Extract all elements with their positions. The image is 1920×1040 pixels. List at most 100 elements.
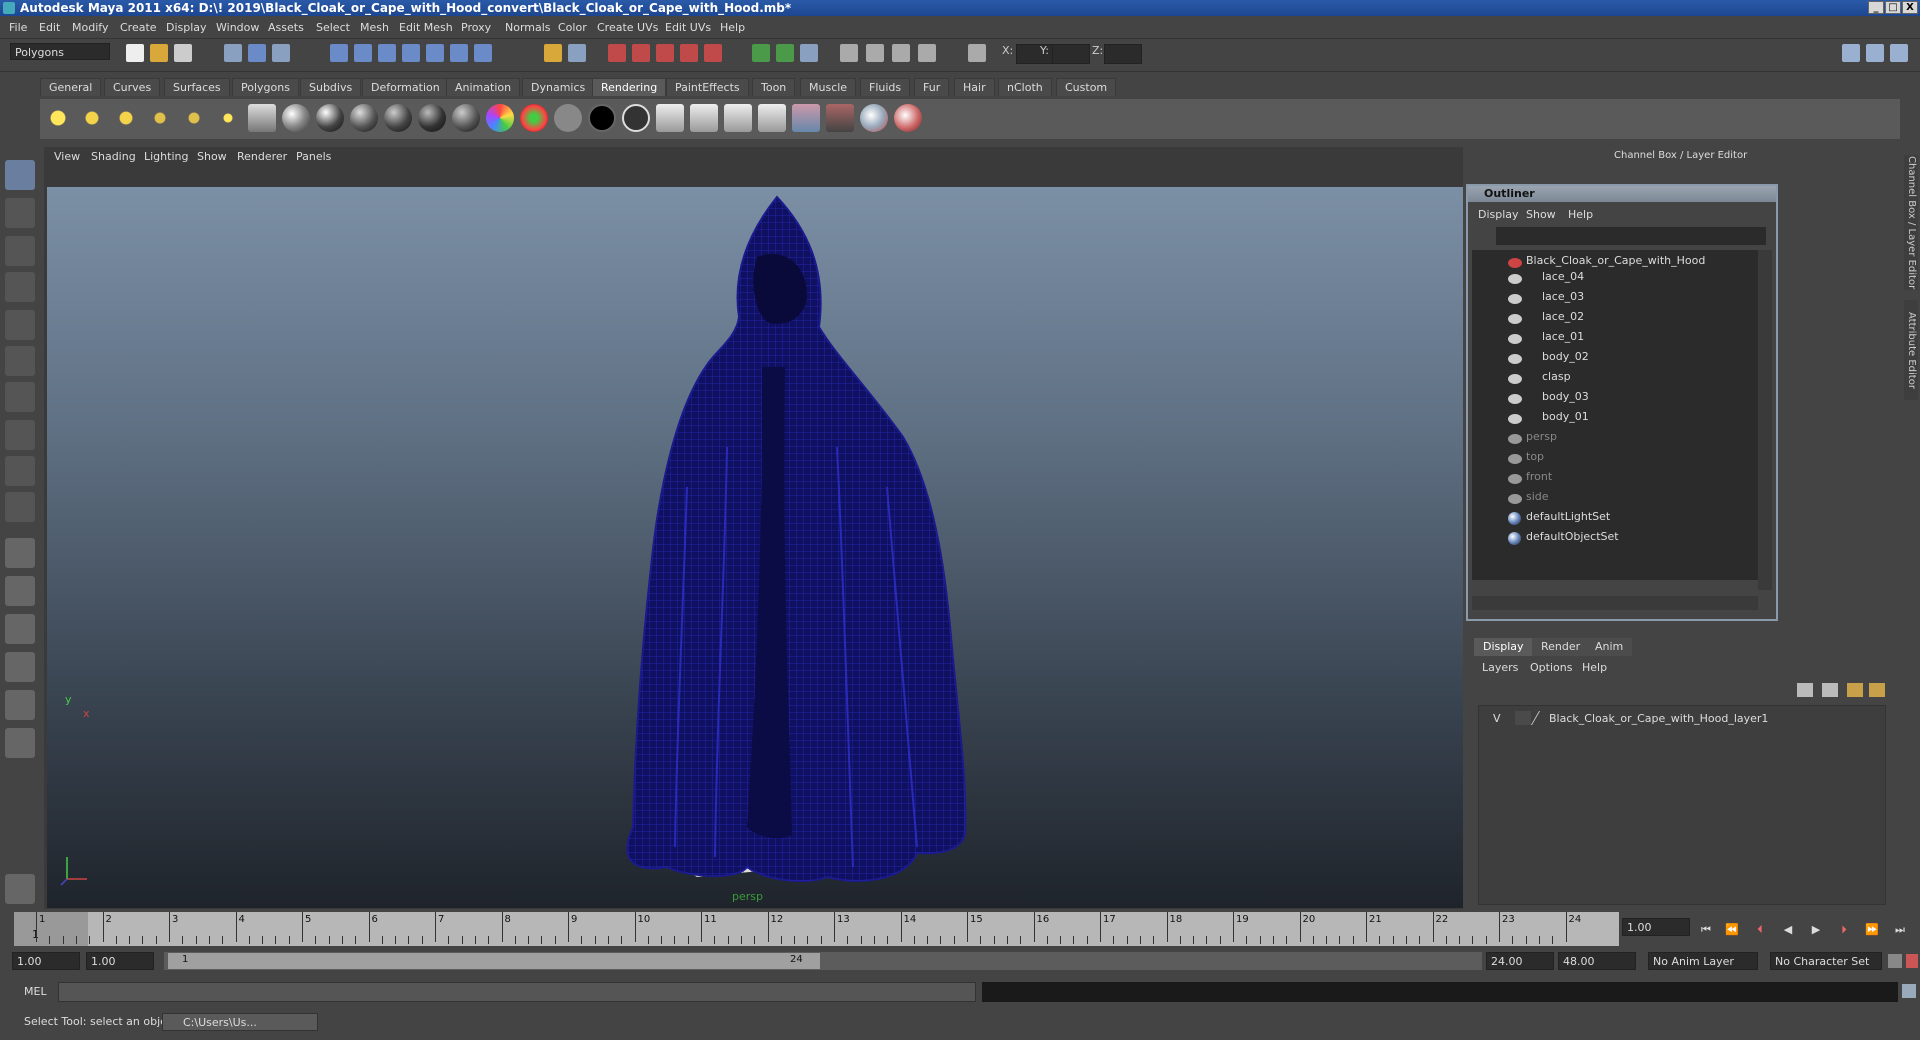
- new-layer-icon[interactable]: [1797, 683, 1813, 697]
- move-layer-down-icon[interactable]: [1869, 683, 1885, 697]
- new-layer-selected-icon[interactable]: [1822, 683, 1838, 697]
- snap-grid-icon[interactable]: [330, 44, 348, 62]
- layer-tab-render[interactable]: Render: [1532, 638, 1590, 656]
- outliner-item[interactable]: clasp: [1542, 370, 1571, 383]
- transform-input-icon[interactable]: [968, 44, 986, 62]
- playback-end-field[interactable]: 24.00: [1486, 952, 1554, 970]
- outliner-item[interactable]: lace_02: [1542, 310, 1584, 323]
- menu-color[interactable]: Color: [558, 21, 587, 34]
- show-hide-channel-box-icon[interactable]: [1890, 44, 1908, 62]
- outliner-item[interactable]: lace_04: [1542, 270, 1584, 283]
- end-time-field[interactable]: 48.00: [1558, 952, 1636, 970]
- render-settings-icon[interactable]: [656, 44, 674, 62]
- side-tab-attribute-editor[interactable]: Attribute Editor: [1904, 300, 1918, 400]
- shelf-tab-subdivs[interactable]: Subdivs: [300, 78, 362, 96]
- shelf-tab-animation[interactable]: Animation: [446, 78, 521, 96]
- outliner-menu-display[interactable]: Display: [1478, 208, 1519, 221]
- shelf-tab-dynamics[interactable]: Dynamics: [522, 78, 595, 96]
- vp-menu-view[interactable]: View: [54, 150, 80, 163]
- hypershade-shelf-icon[interactable]: [792, 104, 820, 132]
- play-backwards-icon[interactable]: ◀: [1778, 922, 1798, 938]
- command-language-label[interactable]: MEL: [24, 985, 47, 998]
- volume-light-icon[interactable]: [214, 104, 242, 132]
- blinn-material-icon[interactable]: [316, 104, 344, 132]
- layer-row[interactable]: V Black_Cloak_or_Cape_with_Hood_layer1: [1483, 710, 1879, 728]
- shelf-tab-ncloth[interactable]: nCloth: [998, 78, 1052, 96]
- go-to-start-icon[interactable]: ⏮: [1696, 922, 1716, 938]
- shelf-tab-muscle[interactable]: Muscle: [800, 78, 857, 96]
- camera-icon[interactable]: [866, 44, 884, 62]
- select-object-icon[interactable]: [248, 44, 266, 62]
- help-question-icon[interactable]: [474, 44, 492, 62]
- outliner-item[interactable]: body_03: [1542, 390, 1589, 403]
- side-tab-channel-box[interactable]: Channel Box / Layer Editor: [1904, 155, 1918, 290]
- outliner-search-field[interactable]: [1496, 227, 1766, 245]
- current-time-field[interactable]: 1.00: [1622, 918, 1690, 936]
- menu-proxy[interactable]: Proxy: [461, 21, 491, 34]
- paint-select-tool-icon[interactable]: [5, 236, 35, 266]
- anim-layer-dropdown[interactable]: No Anim Layer: [1648, 952, 1758, 970]
- outliner-item[interactable]: body_01: [1542, 410, 1589, 423]
- show-manip-icon[interactable]: [5, 456, 35, 486]
- point-light-icon[interactable]: [112, 104, 140, 132]
- save-scene-icon[interactable]: [174, 44, 192, 62]
- four-view-layout-icon[interactable]: [5, 576, 35, 606]
- step-forward-key-icon[interactable]: ⏵: [1834, 922, 1854, 938]
- shelf-tab-fluids[interactable]: Fluids: [860, 78, 911, 96]
- step-back-key-icon[interactable]: ⏴: [1750, 922, 1770, 938]
- y-field[interactable]: [1052, 44, 1090, 64]
- ipr-icon[interactable]: [690, 104, 718, 132]
- go-to-end-icon[interactable]: ⏭: [1890, 922, 1910, 938]
- snap-view-plane-icon[interactable]: [402, 44, 420, 62]
- outliner-set-item[interactable]: defaultObjectSet: [1526, 530, 1619, 543]
- custom-layout-icon[interactable]: [5, 728, 35, 758]
- toggle-channel-icon[interactable]: [776, 44, 794, 62]
- menu-create[interactable]: Create: [120, 21, 157, 34]
- layer-menu-options[interactable]: Options: [1530, 661, 1572, 674]
- layer-menu-layers[interactable]: Layers: [1482, 661, 1518, 674]
- open-scene-icon[interactable]: [150, 44, 168, 62]
- minimize-button[interactable]: _: [1868, 1, 1884, 14]
- soft-mod-tool-icon[interactable]: [5, 420, 35, 450]
- outliner-menu-show[interactable]: Show: [1526, 208, 1556, 221]
- phong-material-icon[interactable]: [350, 104, 378, 132]
- move-tool-icon[interactable]: [5, 272, 35, 302]
- outliner-root-item[interactable]: Black_Cloak_or_Cape_with_Hood: [1526, 254, 1705, 267]
- anisotropic-material-icon[interactable]: [418, 104, 446, 132]
- outliner-menu-help[interactable]: Help: [1568, 208, 1593, 221]
- single-perspective-layout-icon[interactable]: [5, 538, 35, 568]
- shelf-tab-general[interactable]: General: [40, 78, 102, 96]
- output-ops-icon[interactable]: [568, 44, 586, 62]
- playback-start-field[interactable]: 1.00: [86, 952, 154, 970]
- layer-type-toggle[interactable]: [1515, 711, 1531, 725]
- outliner-horizontal-scrollbar[interactable]: [1472, 596, 1758, 610]
- paint-canvas-icon[interactable]: [894, 104, 922, 132]
- light-linking-icon[interactable]: [860, 104, 888, 132]
- snap-point-icon[interactable]: [378, 44, 396, 62]
- outliner-vertical-scrollbar[interactable]: [1758, 250, 1772, 590]
- menu-edit-uvs[interactable]: Edit UVs: [665, 21, 711, 34]
- rotate-tool-icon[interactable]: [5, 310, 35, 340]
- layer-name[interactable]: Black_Cloak_or_Cape_with_Hood_layer1: [1549, 712, 1768, 725]
- render-region-icon[interactable]: [892, 44, 910, 62]
- shelf-tab-toon[interactable]: Toon: [752, 78, 796, 96]
- ocean-shader-icon[interactable]: [622, 104, 650, 132]
- shelf-tab-hair[interactable]: Hair: [954, 78, 995, 96]
- ipr-render-icon[interactable]: [632, 44, 650, 62]
- batch-render-icon[interactable]: [724, 104, 752, 132]
- persp-graph-layout-icon[interactable]: [5, 652, 35, 682]
- close-button[interactable]: X: [1902, 1, 1918, 14]
- vp-menu-show[interactable]: Show: [197, 150, 227, 163]
- auto-key-icon[interactable]: [1888, 954, 1902, 968]
- menu-modify[interactable]: Modify: [72, 21, 108, 34]
- create-camera-icon[interactable]: [248, 104, 276, 132]
- menu-edit-mesh[interactable]: Edit Mesh: [399, 21, 453, 34]
- taskbar-output-window[interactable]: C:\Users\Us...: [162, 1013, 318, 1031]
- maximize-button[interactable]: □: [1885, 1, 1901, 14]
- vp-menu-lighting[interactable]: Lighting: [144, 150, 188, 163]
- animation-preferences-icon[interactable]: [1906, 954, 1918, 968]
- phonge-material-icon[interactable]: [384, 104, 412, 132]
- layer-visibility-toggle[interactable]: V: [1493, 712, 1501, 725]
- toggle-layout-icon[interactable]: [752, 44, 770, 62]
- layer-tab-display[interactable]: Display: [1474, 638, 1533, 656]
